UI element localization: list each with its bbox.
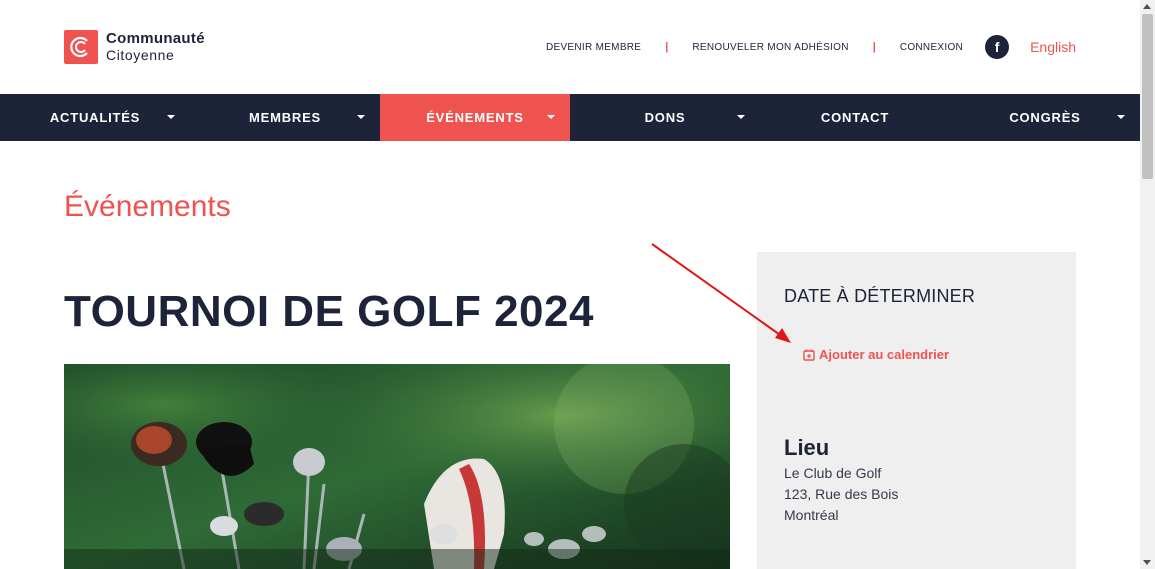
vertical-scrollbar[interactable] — [1140, 0, 1155, 569]
event-date: DATE À DÉTERMINER — [784, 286, 976, 306]
renew-membership-link[interactable]: RENOUVELER MON ADHÉSION — [692, 42, 848, 53]
facebook-icon[interactable]: f — [985, 35, 1010, 59]
event-image — [64, 364, 730, 569]
location-heading: Lieu — [784, 435, 830, 460]
event-info-panel: DATE À DÉTERMINER Ajouter au calendrier … — [757, 252, 1076, 569]
scroll-down-icon[interactable] — [1143, 560, 1151, 565]
nav-item-label: ACTUALITÉS — [49, 110, 141, 125]
nav-item-label: ÉVÉNEMENTS — [426, 110, 524, 125]
caret-down-icon[interactable] — [357, 115, 365, 119]
login-link[interactable]: CONNEXION — [900, 42, 963, 53]
location-line: 123, Rue des Bois — [784, 486, 899, 502]
scroll-up-icon[interactable] — [1143, 4, 1151, 9]
add-to-calendar-link[interactable]: Ajouter au calendrier — [803, 347, 949, 362]
location-line: Le Club de Golf — [784, 465, 882, 481]
separator: | — [872, 41, 876, 53]
nav-item-membres[interactable]: MEMBRES — [190, 94, 380, 141]
caret-down-icon[interactable] — [167, 115, 175, 119]
site-logo[interactable]: Communauté Citoyenne — [64, 30, 205, 64]
location-line: Montréal — [784, 507, 839, 523]
nav-item-label: DONS — [644, 110, 686, 125]
caret-down-icon[interactable] — [737, 115, 745, 119]
scrollbar-thumb[interactable] — [1142, 14, 1153, 179]
nav-item-congres[interactable]: CONGRÈS — [950, 94, 1140, 141]
nav-item-actualites[interactable]: ACTUALITÉS — [0, 94, 190, 141]
nav-item-evenements[interactable]: ÉVÉNEMENTS — [380, 94, 570, 141]
separator: | — [665, 41, 669, 53]
logo-icon — [64, 30, 98, 64]
brand-name-line1: Communauté — [106, 30, 205, 47]
nav-item-contact[interactable]: CONTACT — [760, 94, 950, 141]
caret-down-icon[interactable] — [547, 115, 555, 119]
brand-name-line2: Citoyenne — [106, 47, 175, 63]
language-switch-link[interactable]: English — [1030, 39, 1076, 55]
event-title: TOURNOI DE GOLF 2024 — [64, 287, 594, 336]
main-navigation: ACTUALITÉS MEMBRES ÉVÉNEMENTS DONS CONTA… — [0, 94, 1140, 141]
caret-down-icon[interactable] — [1117, 115, 1125, 119]
calendar-icon — [803, 349, 815, 361]
nav-item-label: CONTACT — [820, 110, 890, 125]
top-links: DEVENIR MEMBRE | RENOUVELER MON ADHÉSION… — [546, 35, 1076, 59]
add-to-calendar-label: Ajouter au calendrier — [819, 347, 950, 362]
nav-item-dons[interactable]: DONS — [570, 94, 760, 141]
site-header: Communauté Citoyenne DEVENIR MEMBRE | RE… — [0, 0, 1140, 94]
section-title: Événements — [64, 190, 231, 223]
nav-item-label: MEMBRES — [248, 110, 322, 125]
become-member-link[interactable]: DEVENIR MEMBRE — [546, 42, 641, 53]
nav-item-label: CONGRÈS — [1009, 110, 1081, 125]
